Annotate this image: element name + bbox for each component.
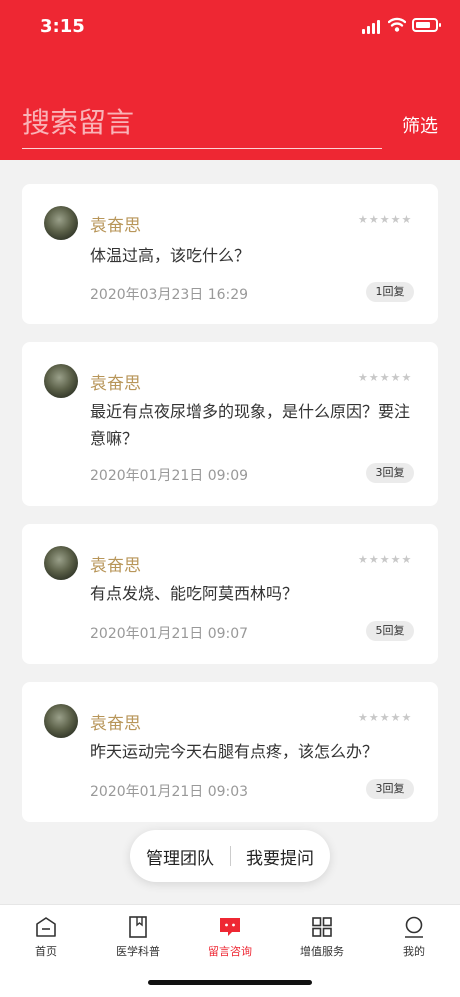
filter-button[interactable]: 筛选 [402,112,438,138]
tab-label: 我的 [403,945,425,958]
star-icon: ★ [358,371,368,384]
star-icon: ★ [390,711,401,724]
reply-count-badge[interactable]: 1回复 [366,282,414,302]
search-input[interactable] [22,100,382,144]
rating-stars: ★ ★ ★ ★ ★ [358,214,411,226]
signal-icon [362,20,382,34]
avatar [44,704,78,738]
wifi-icon [388,17,406,32]
message-card[interactable]: 袁奋思 ★ ★ ★ ★ ★ 有点发烧、能吃阿莫西林吗？ 2020年01月21日 09:0… [22,524,438,664]
header: 3:15 筛选 [0,0,460,160]
home-icon [36,917,56,937]
avatar [44,206,78,240]
star-icon: ★ [390,213,401,226]
question-text: 体温过高，该吃什么？ [90,246,251,265]
author-name: 袁奋思 [90,556,141,576]
star-icon: ★ [401,213,412,226]
message-date: 2020年01月21日 09:07 [90,626,249,642]
home-indicator [148,980,312,985]
star-icon: ★ [358,711,368,724]
team-button[interactable]: 管理团队 [130,844,230,869]
message-card[interactable]: 袁奋思 ★ ★ ★ ★ ★ 昨天运动完今天右腿有点疼，该怎么办？ 2020年01月21日… [22,682,438,822]
divider [230,846,231,866]
star-icon: ★ [379,371,390,384]
reply-count-badge[interactable]: 3回复 [366,463,414,483]
question-text: 昨天运动完今天右腿有点疼，该怎么办？ [90,742,379,761]
star-icon: ★ [368,711,379,724]
star-icon: ★ [401,371,412,384]
star-icon: ★ [379,213,390,226]
star-icon: ★ [368,213,379,226]
star-icon: ★ [358,553,368,566]
rating-stars: ★ ★ ★ ★ ★ [358,554,411,566]
floating-action-bar: 管理团队 我要提问 [130,830,330,882]
tab-home[interactable]: 首页 [0,915,92,959]
star-icon: ★ [390,371,401,384]
star-icon: ★ [390,553,401,566]
ask-question-button[interactable]: 我要提问 [230,844,330,869]
tab-label: 增值服务 [300,945,344,958]
reply-count-badge[interactable]: 3回复 [366,779,414,799]
author-name: 袁奋思 [90,216,141,236]
search-bar [22,100,382,149]
status-bar: 3:15 [0,0,460,56]
avatar [44,546,78,580]
star-icon: ★ [379,553,390,566]
user-icon [405,916,423,938]
message-date: 2020年01月21日 09:09 [90,468,249,484]
tab-mine[interactable]: 我的 [368,915,460,959]
star-icon: ★ [379,711,390,724]
battery-icon [412,18,441,32]
star-icon: ★ [401,553,412,566]
message-card[interactable]: 袁奋思 ★ ★ ★ ★ ★ 体温过高，该吃什么？ 2020年03月23日 16:29 1… [22,184,438,324]
status-time: 3:15 [40,16,85,37]
question-text: 有点发烧、能吃阿莫西林吗？ [90,584,299,603]
chat-icon [220,918,240,936]
avatar [44,364,78,398]
tab-label: 首页 [35,945,57,958]
rating-stars: ★ ★ ★ ★ ★ [358,372,411,384]
star-icon: ★ [401,711,412,724]
author-name: 袁奋思 [90,374,141,394]
tab-label: 留言咨询 [208,945,252,958]
tab-services[interactable]: 增值服务 [276,915,368,959]
rating-stars: ★ ★ ★ ★ ★ [358,712,411,724]
grid-icon [312,917,332,937]
star-icon: ★ [358,213,368,226]
tab-label: 医学科普 [116,945,160,958]
star-icon: ★ [368,553,379,566]
book-icon [129,916,147,938]
tab-consult[interactable]: 留言咨询 [184,915,276,959]
question-text: 最近有点夜尿增多的现象，是什么原因？要注意嘛？ [90,402,411,448]
star-icon: ★ [368,371,379,384]
message-card[interactable]: 袁奋思 ★ ★ ★ ★ ★ 最近有点夜尿增多的现象，是什么原因？要注意嘛？ 2020年0… [22,342,438,506]
reply-count-badge[interactable]: 5回复 [366,621,414,641]
message-date: 2020年01月21日 09:03 [90,784,249,800]
author-name: 袁奋思 [90,714,141,734]
message-date: 2020年03月23日 16:29 [90,287,249,303]
tab-science[interactable]: 医学科普 [92,915,184,959]
